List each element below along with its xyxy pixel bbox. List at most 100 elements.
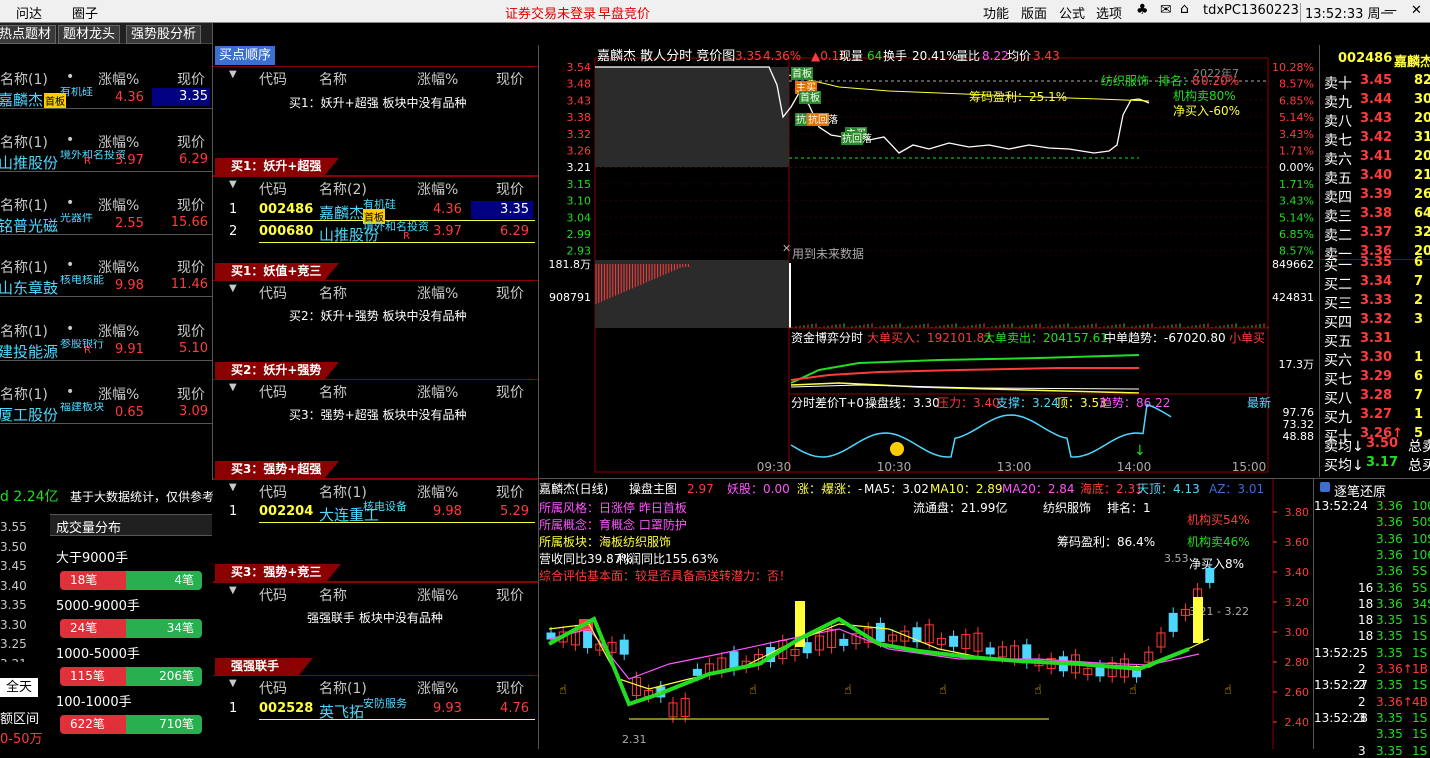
stock-code[interactable]: 002486 (259, 202, 313, 217)
col-change-header[interactable]: 涨幅% (417, 678, 458, 698)
list-item[interactable]: 建投能源 参股银行 R 9.91 5.10 (0, 339, 212, 361)
menu-function[interactable]: 功能 (983, 3, 1009, 22)
candle-body (839, 638, 849, 646)
col-code-header[interactable]: 代码 (259, 585, 287, 605)
col-price-header[interactable]: 现价 (177, 257, 205, 277)
ask-volume: 20 (1414, 111, 1430, 126)
col-change-header[interactable]: 涨幅% (417, 179, 458, 199)
triangle-icon[interactable]: ▼ (229, 585, 237, 596)
col-price-header[interactable]: 现价 (177, 195, 205, 215)
col-code-header[interactable]: 代码 (259, 482, 287, 502)
col-price-header[interactable]: 现价 (177, 69, 205, 89)
col-price-header[interactable]: 现价 (496, 585, 524, 605)
section-banner[interactable]: 强强联手 (215, 658, 313, 675)
col-change-header[interactable]: 涨幅% (417, 482, 458, 502)
minimize-icon[interactable]: — (1384, 3, 1397, 18)
menu-formula[interactable]: 公式 (1059, 3, 1085, 22)
col-code-header[interactable]: 代码 (259, 179, 287, 199)
col-price-header[interactable]: 现价 (496, 382, 524, 402)
triangle-icon[interactable]: ▼ (229, 678, 237, 689)
collapse-icon[interactable] (1320, 482, 1330, 492)
tab-hot-topics[interactable]: 热点题材 (0, 25, 57, 44)
stock-name[interactable]: 山推股份 (0, 152, 58, 171)
alarm-icon[interactable]: ♣ (1136, 2, 1149, 18)
lock-icon[interactable]: ⌂ (1180, 1, 1189, 17)
stock-code[interactable]: 002204 (259, 504, 313, 519)
col-price-header[interactable]: 现价 (177, 132, 205, 152)
empty-note: 买1：妖升+超强 板块中没有品种 (289, 96, 467, 110)
triangle-icon[interactable]: ▼ (229, 69, 237, 80)
col-change-header[interactable]: 涨幅% (417, 585, 458, 605)
all-day-button[interactable]: 全天 (0, 678, 38, 697)
col-name-header[interactable]: 名称(1) (0, 132, 48, 152)
col-change-header[interactable]: 涨幅% (98, 132, 139, 152)
intraday-svg[interactable]: 嘉麟杰 散人分时 竞价图 3.35 4.36% ▲0.14现量 64 换手 20.41%量比… (539, 45, 1318, 477)
stock-name[interactable]: 山东章鼓 (0, 277, 58, 296)
col-change-header[interactable]: 涨幅% (98, 257, 139, 277)
col-name-header[interactable]: 名称(1) (0, 195, 48, 215)
triangle-icon[interactable]: ▼ (229, 482, 237, 493)
col-name-header[interactable]: 名称 (319, 585, 347, 605)
col-name-header[interactable]: 名称 (319, 69, 347, 89)
col-price-header[interactable]: 现价 (496, 69, 524, 89)
menu-options[interactable]: 选项 (1096, 3, 1122, 22)
triangle-icon[interactable]: ▼ (229, 382, 237, 393)
col-price-header[interactable]: 现价 (496, 482, 524, 502)
col-change-header[interactable]: 涨幅% (417, 283, 458, 303)
list-item[interactable]: 铭普光磁 光器件 2.55 15.66 (0, 213, 212, 235)
col-code-header[interactable]: 代码 (259, 382, 287, 402)
col-name-header[interactable]: 名称(1) (0, 321, 48, 341)
section-banner[interactable]: 买3：强势+超强 (215, 461, 339, 478)
col-name-header[interactable]: 名称 (319, 283, 347, 303)
stock-name[interactable]: 建投能源 (0, 341, 58, 360)
col-price-header[interactable]: 现价 (496, 179, 524, 199)
col-change-header[interactable]: 涨幅% (98, 384, 139, 404)
col-price-header[interactable]: 现价 (496, 678, 524, 698)
triangle-icon[interactable]: ▼ (229, 179, 237, 190)
col-change-header[interactable]: 涨幅% (98, 195, 139, 215)
section-banner[interactable]: 买1：妖升+超强 (215, 158, 339, 175)
col-name-header[interactable]: 名称(1) (0, 384, 48, 404)
buy-order-title[interactable]: 买点顺序 (215, 46, 276, 65)
section-banner[interactable]: 买2：妖升+强势 (215, 362, 339, 379)
range-value[interactable]: 0-50万 (0, 728, 43, 747)
menu-quanzi[interactable]: 圈子 (72, 3, 98, 22)
col-name-header[interactable]: 名称(1) (0, 257, 48, 277)
triangle-icon[interactable]: ▼ (229, 283, 237, 294)
menu-wenda[interactable]: 问达 (16, 3, 42, 22)
col-change-header[interactable]: 涨幅% (417, 382, 458, 402)
col-name-header[interactable]: 名称(2) (319, 179, 367, 199)
col-price-header[interactable]: 现价 (177, 384, 205, 404)
col-change-header[interactable]: 涨幅% (98, 69, 139, 89)
col-price-header[interactable]: 现价 (496, 283, 524, 303)
col-change-header[interactable]: 涨幅% (98, 321, 139, 341)
stock-tag: 核电核能 (60, 275, 104, 286)
stock-code[interactable]: 000680 (259, 224, 313, 239)
close-icon[interactable]: ✕ (1411, 3, 1422, 18)
col-name-header[interactable]: 名称(1) (319, 482, 367, 502)
list-item[interactable]: 嘉麟杰 有机硅 首板 4.36 3.35 (0, 87, 212, 109)
stock-name[interactable]: 嘉麟杰 (0, 89, 43, 108)
col-name-header[interactable]: 名称 (319, 382, 347, 402)
stock-name[interactable]: 厦工股份 (0, 404, 58, 423)
tab-topic-leaders[interactable]: 题材龙头 (58, 25, 121, 44)
list-item[interactable]: 山推股份 境外和名投资 R 3.97 6.29 (0, 150, 212, 172)
col-code-header[interactable]: 代码 (259, 283, 287, 303)
candle-body (1168, 612, 1178, 632)
col-name-header[interactable]: 名称(1) (319, 678, 367, 698)
list-item[interactable]: 厦工股份 福建板块 0.65 3.09 (0, 402, 212, 424)
section-banner[interactable]: 买3：强势+竞三 (215, 564, 341, 581)
col-price-header[interactable]: 现价 (177, 321, 205, 341)
daily-svg[interactable]: 嘉麟杰(日线) 操盘主图 2.97 妖股：0.00 涨：-爆涨：- MA5：3.02 MA1… (539, 479, 1313, 749)
section-banner[interactable]: 买1：妖值+竞三 (215, 263, 339, 280)
stock-name[interactable]: 铭普光磁 (0, 215, 58, 234)
mail-icon[interactable]: ✉ (1160, 2, 1172, 18)
col-change-header[interactable]: 涨幅% (417, 69, 458, 89)
list-item[interactable]: 山东章鼓 核电核能 9.98 11.46 (0, 275, 212, 297)
stock-code[interactable]: 002528 (259, 701, 313, 716)
col-name-header[interactable]: 名称(1) (0, 69, 48, 89)
col-code-header[interactable]: 代码 (259, 69, 287, 89)
col-code-header[interactable]: 代码 (259, 678, 287, 698)
tab-strong-stocks[interactable]: 强势股分析 (126, 25, 202, 44)
menu-layout[interactable]: 版面 (1021, 3, 1047, 22)
